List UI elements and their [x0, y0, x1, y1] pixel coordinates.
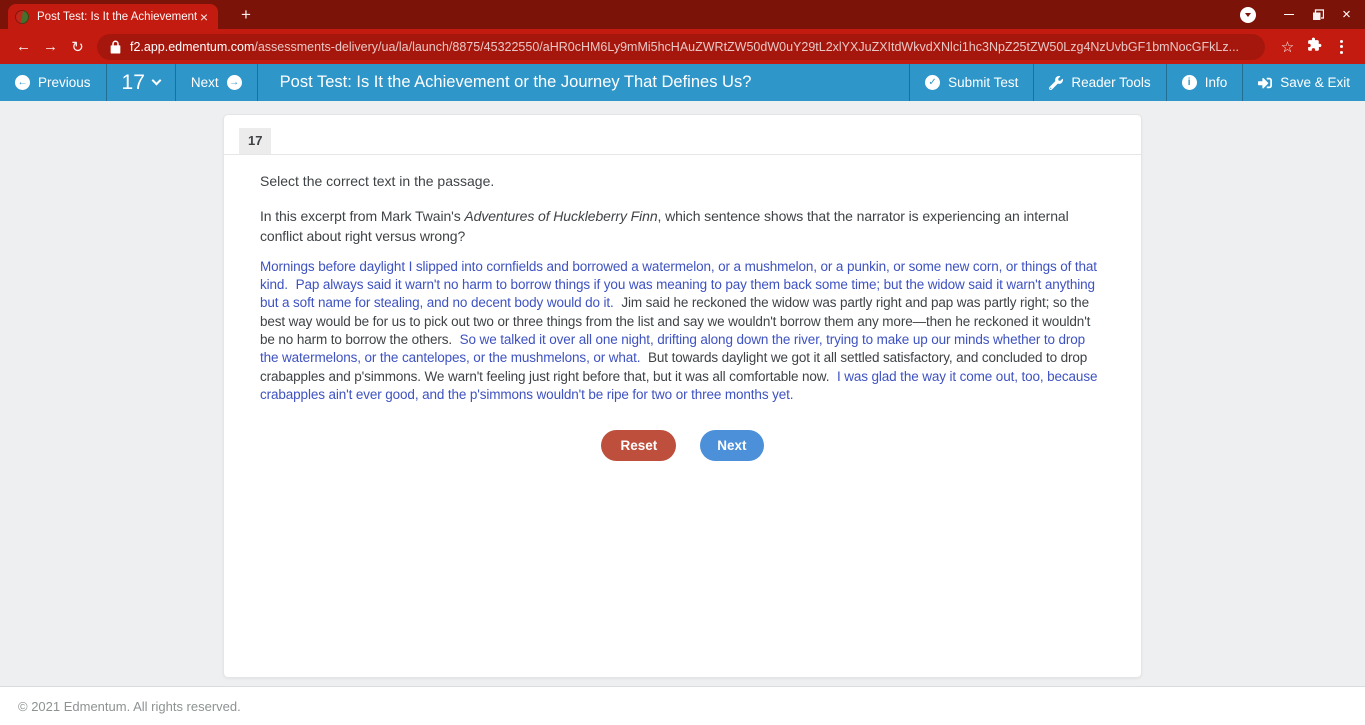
- browser-window: Post Test: Is It the Achievement × + × ←…: [0, 0, 1365, 725]
- sign-out-icon: [1258, 77, 1273, 88]
- browser-menu-icon[interactable]: [1328, 39, 1355, 54]
- save-exit-button[interactable]: Save & Exit: [1242, 64, 1365, 101]
- next-button[interactable]: Next: [700, 430, 764, 462]
- instruction-text: Select the correct text in the passage.: [260, 173, 495, 189]
- browser-navbar: ← → ↻ f2.app.edmentum.com/assessments-de…: [0, 29, 1365, 64]
- minimize-icon: [1283, 13, 1294, 16]
- arrow-circle-right-icon: →: [226, 75, 242, 90]
- new-tab-button[interactable]: +: [234, 5, 258, 27]
- arrow-circle-left-icon: ←: [15, 75, 30, 90]
- url-bar[interactable]: f2.app.edmentum.com/assessments-delivery…: [97, 33, 1265, 60]
- restore-button[interactable]: [1303, 0, 1332, 29]
- lock-icon: [110, 40, 121, 53]
- question-number: 17: [121, 70, 145, 94]
- tab-title: Post Test: Is It the Achievement: [37, 10, 197, 23]
- url-text: f2.app.edmentum.com/assessments-delivery…: [130, 39, 1240, 54]
- question-number-chip: 17: [239, 128, 272, 154]
- question-prompt: In this excerpt from Mark Twain's Advent…: [260, 208, 1069, 245]
- passage: Mornings before daylight I slipped into …: [260, 258, 1105, 405]
- back-icon[interactable]: ←: [10, 38, 37, 55]
- info-button[interactable]: i Info: [1165, 64, 1243, 101]
- page-footer: © 2021 Edmentum. All rights reserved.: [0, 686, 1365, 725]
- info-circle-icon: i: [1181, 75, 1197, 90]
- test-title: Post Test: Is It the Achievement or the …: [279, 73, 752, 91]
- book-title-italic: Adventures of Huckleberry Finn: [464, 208, 658, 224]
- forward-icon[interactable]: →: [37, 38, 64, 55]
- assessment-toolbar: ← Previous 17 Next → Post Test: Is It th…: [0, 64, 1365, 101]
- window-controls: ×: [1240, 0, 1361, 29]
- previous-question-button[interactable]: ← Previous: [0, 64, 107, 101]
- submit-test-button[interactable]: ✓ Submit Test: [909, 64, 1033, 101]
- profile-chevron-icon[interactable]: [1240, 6, 1256, 23]
- check-circle-icon: ✓: [925, 75, 941, 90]
- tab-strip: Post Test: Is It the Achievement × + ×: [0, 0, 1365, 29]
- reader-tools-button[interactable]: Reader Tools: [1033, 64, 1165, 101]
- chevron-down-icon: [151, 75, 162, 86]
- question-card: 17 Select the correct text in the passag…: [223, 114, 1142, 678]
- copyright-text: © 2021 Edmentum. All rights reserved.: [18, 698, 241, 714]
- browser-tab[interactable]: Post Test: Is It the Achievement ×: [8, 4, 218, 29]
- close-window-button[interactable]: ×: [1332, 0, 1361, 29]
- bookmark-star-icon[interactable]: ☆: [1274, 38, 1301, 56]
- restore-icon: [1312, 8, 1324, 20]
- content-area: 17 Select the correct text in the passag…: [0, 101, 1365, 686]
- next-question-button[interactable]: Next →: [176, 64, 258, 101]
- edmentum-favicon-icon: [15, 9, 29, 24]
- minimize-button[interactable]: [1274, 0, 1303, 29]
- question-number-dropdown[interactable]: 17: [107, 64, 176, 101]
- wrench-icon: [1049, 75, 1064, 90]
- reload-icon[interactable]: ↻: [64, 38, 91, 56]
- reset-button[interactable]: Reset: [601, 430, 677, 462]
- extensions-puzzle-icon[interactable]: [1301, 37, 1328, 56]
- close-tab-icon[interactable]: ×: [197, 8, 211, 26]
